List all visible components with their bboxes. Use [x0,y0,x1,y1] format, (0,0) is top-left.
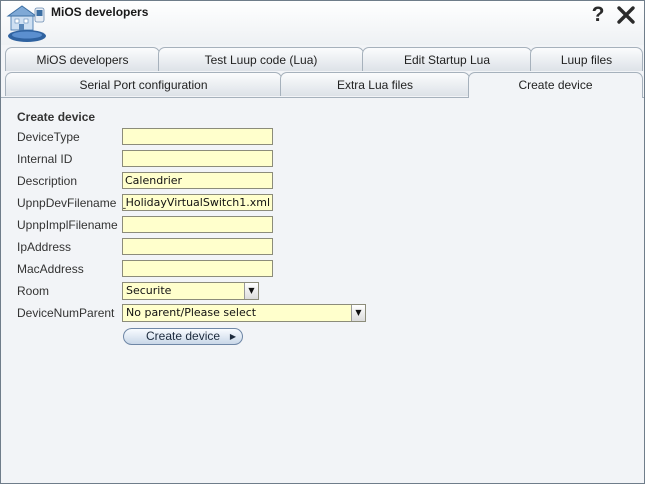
upnp-dev-filename-input[interactable]: D_HolidayVirtualSwitch1.xml [122,194,273,211]
triangle-down-icon: ▼ [351,305,365,321]
close-button[interactable] [615,4,637,26]
label-mac-address: MacAddress [17,262,84,276]
label-ip-address: IpAddress [17,240,72,254]
close-x-icon [617,6,635,24]
room-select[interactable]: Securite ▼ [122,282,259,300]
device-type-input[interactable] [122,128,273,145]
window-title: MiOS developers [51,5,149,19]
label-room: Room [17,284,50,298]
tab-test-luup-code[interactable]: Test Luup code (Lua) [158,47,364,71]
help-button[interactable]: ? [589,3,607,27]
label-upnp-dev-filename: UpnpDevFilename [17,196,117,210]
house-logo-icon [5,4,47,44]
create-device-button[interactable]: Create device ▶ [123,328,243,345]
label-internal-id: Internal ID [17,152,73,166]
create-device-panel: Create device DeviceType Internal ID Des… [5,98,641,480]
tab-create-device[interactable]: Create device [468,72,643,98]
triangle-down-icon: ▼ [244,283,258,299]
label-upnp-impl-filename: UpnpImplFilename [17,218,118,232]
description-input[interactable]: Calendrier [122,172,273,189]
ip-address-input[interactable] [122,238,273,255]
room-selected-value: Securite [126,284,172,297]
upnp-dev-filename-value: D_HolidayVirtualSwitch1.xml [122,196,270,209]
create-device-button-label: Create device [146,329,221,343]
tab-luup-files[interactable]: Luup files [530,47,643,71]
section-title: Create device [17,110,96,124]
title-bar: MiOS developers ? [1,1,644,45]
tab-serial-port-configuration[interactable]: Serial Port configuration [5,72,282,96]
parent-selected-value: No parent/Please select [126,306,257,319]
label-description: Description [17,174,78,188]
tab-row-top: MiOS developers Test Luup code (Lua) Edi… [1,47,644,72]
upnp-impl-filename-input[interactable] [122,216,273,233]
mios-developers-window: MiOS developers ? MiOS developers Test L… [0,0,645,484]
tab-edit-startup-lua[interactable]: Edit Startup Lua [362,47,532,71]
device-num-parent-select[interactable]: No parent/Please select ▼ [122,304,366,322]
tab-row-bottom: Serial Port configuration Extra Lua file… [1,72,644,98]
triangle-right-icon: ▶ [229,332,236,341]
internal-id-input[interactable] [122,150,273,167]
tab-mios-developers[interactable]: MiOS developers [5,47,160,71]
mac-address-input[interactable] [122,260,273,277]
label-device-type: DeviceType [17,130,80,144]
label-device-num-parent: DeviceNumParent [17,306,115,320]
tab-extra-lua-files[interactable]: Extra Lua files [280,72,470,96]
